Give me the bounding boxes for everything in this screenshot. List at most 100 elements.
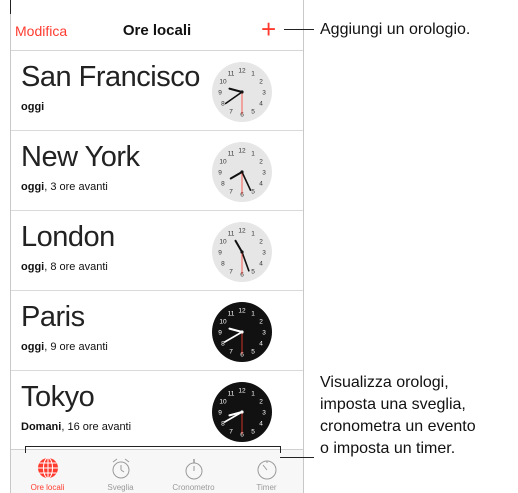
svg-text:3: 3	[262, 90, 266, 97]
city-row[interactable]: Tokyo Domani, 16 ore avanti 1 2 3 4 5 6 7 8 9 10 11 1…	[11, 371, 303, 451]
svg-text:3: 3	[262, 170, 266, 177]
timer-icon	[257, 460, 277, 480]
svg-text:12: 12	[238, 228, 246, 235]
page-title: Ore locali	[122, 22, 192, 39]
add-clock-button[interactable]: +	[261, 14, 276, 44]
svg-text:7: 7	[229, 269, 233, 276]
svg-text:11: 11	[228, 150, 235, 157]
svg-text:2: 2	[259, 399, 263, 406]
stopwatch-icon	[185, 459, 203, 480]
callout-tabs: Visualizza orologi, imposta una sveglia,…	[320, 372, 476, 460]
callout-line-2: imposta una sveglia,	[320, 396, 466, 413]
svg-text:11: 11	[228, 310, 235, 317]
analog-clock-icon: 1234567891011 12	[212, 222, 272, 282]
city-name: San Francisco	[21, 61, 200, 93]
svg-text:5: 5	[251, 109, 255, 116]
tab-label: Timer	[256, 483, 277, 492]
svg-text:1: 1	[251, 230, 255, 237]
tab-bar: Ore locali Sveglia Cronometro Timer	[11, 449, 303, 493]
svg-text:10: 10	[219, 159, 227, 166]
tab-label: Sveglia	[107, 483, 134, 492]
tab-stopwatch[interactable]: Cronometro	[157, 450, 230, 493]
analog-clock-icon: 1234567891011 12	[212, 382, 272, 442]
callout-line-tabs	[280, 457, 314, 458]
svg-text:9: 9	[218, 330, 222, 337]
callout-line-add	[284, 29, 314, 30]
svg-text:2: 2	[259, 319, 263, 326]
svg-text:4: 4	[259, 421, 263, 428]
svg-text:4: 4	[259, 181, 263, 188]
svg-text:9: 9	[218, 90, 222, 97]
analog-clock-icon: 1234567891011 12	[212, 302, 272, 362]
svg-text:1: 1	[251, 390, 255, 397]
svg-text:8: 8	[221, 181, 225, 188]
svg-text:5: 5	[251, 429, 255, 436]
city-offset: , 3 ore avanti	[44, 181, 108, 193]
city-day: oggi	[21, 181, 45, 193]
svg-text:10: 10	[219, 239, 227, 246]
callout-bracket-left	[25, 446, 26, 453]
svg-text:4: 4	[259, 101, 263, 108]
analog-clock-icon: 1234567891011 12	[212, 142, 272, 202]
svg-text:4: 4	[259, 341, 263, 348]
svg-text:3: 3	[262, 250, 266, 257]
svg-text:12: 12	[238, 148, 246, 155]
svg-text:9: 9	[218, 170, 222, 177]
svg-text:10: 10	[219, 399, 227, 406]
city-time-offset: oggi, 9 ore avanti	[21, 341, 108, 353]
city-day: oggi	[21, 341, 45, 353]
svg-text:8: 8	[221, 101, 225, 108]
world-clock-screen: Modifica Ore locali + San Francisco oggi 1…	[10, 0, 304, 493]
svg-text:9: 9	[218, 250, 222, 257]
svg-text:11: 11	[228, 390, 235, 397]
city-offset: , 16 ore avanti	[61, 421, 132, 433]
svg-text:12: 12	[238, 68, 246, 75]
city-row[interactable]: Paris oggi, 9 ore avanti 1 2 3 4 5 6 7 8 9 10 11 12	[11, 291, 303, 371]
city-time-offset: oggi, 3 ore avanti	[21, 181, 108, 193]
svg-text:5: 5	[251, 269, 255, 276]
callout-line-4: o imposta un timer.	[320, 440, 456, 457]
svg-text:11: 11	[228, 230, 235, 237]
svg-text:7: 7	[229, 189, 233, 196]
globe-icon	[38, 457, 58, 479]
callout-bracket-top	[25, 446, 281, 447]
city-day: oggi	[21, 101, 45, 113]
svg-text:10: 10	[219, 79, 227, 86]
svg-text:12: 12	[238, 308, 246, 315]
callout-line-3: cronometra un evento	[320, 418, 476, 435]
svg-text:2: 2	[259, 159, 263, 166]
city-name: New York	[21, 141, 140, 173]
svg-text:8: 8	[221, 261, 225, 268]
svg-text:2: 2	[259, 79, 263, 86]
svg-text:10: 10	[219, 319, 227, 326]
city-time-offset: oggi	[21, 101, 44, 113]
city-row[interactable]: New York oggi, 3 ore avanti 1 2 3 4 5 6 7 8 9 10 11 1…	[11, 131, 303, 211]
svg-text:7: 7	[229, 109, 233, 116]
city-row[interactable]: San Francisco oggi 1 2 3 4 5 6 7 8 9 10 11 12	[11, 51, 303, 131]
city-time-offset: Domani, 16 ore avanti	[21, 421, 131, 433]
tab-label: Ore locali	[30, 483, 65, 492]
callout-line-edit	[10, 0, 11, 14]
analog-clock-icon: 1234567891011 12	[212, 62, 272, 122]
tab-world-clock[interactable]: Ore locali	[11, 450, 84, 493]
svg-text:9: 9	[218, 410, 222, 417]
city-row[interactable]: London oggi, 8 ore avanti 1 2 3 4 5 6 7 8 9 10 11 12	[11, 211, 303, 291]
callout-bracket-right	[280, 446, 281, 453]
city-offset: , 9 ore avanti	[44, 341, 108, 353]
svg-text:2: 2	[259, 239, 263, 246]
svg-text:12: 12	[238, 388, 246, 395]
callout-add-clock: Aggiungi un orologio.	[320, 21, 471, 38]
city-offset: , 8 ore avanti	[44, 261, 108, 273]
navigation-bar: Modifica Ore locali +	[11, 14, 303, 51]
alarm-clock-icon	[112, 458, 130, 479]
svg-text:3: 3	[262, 330, 266, 337]
tab-alarm[interactable]: Sveglia	[84, 450, 157, 493]
svg-text:1: 1	[251, 150, 255, 157]
svg-text:5: 5	[251, 349, 255, 356]
city-day: oggi	[21, 261, 45, 273]
city-name: Tokyo	[21, 381, 95, 413]
svg-text:1: 1	[251, 310, 255, 317]
city-time-offset: oggi, 8 ore avanti	[21, 261, 108, 273]
svg-text:11: 11	[228, 70, 235, 77]
svg-text:5: 5	[251, 189, 255, 196]
